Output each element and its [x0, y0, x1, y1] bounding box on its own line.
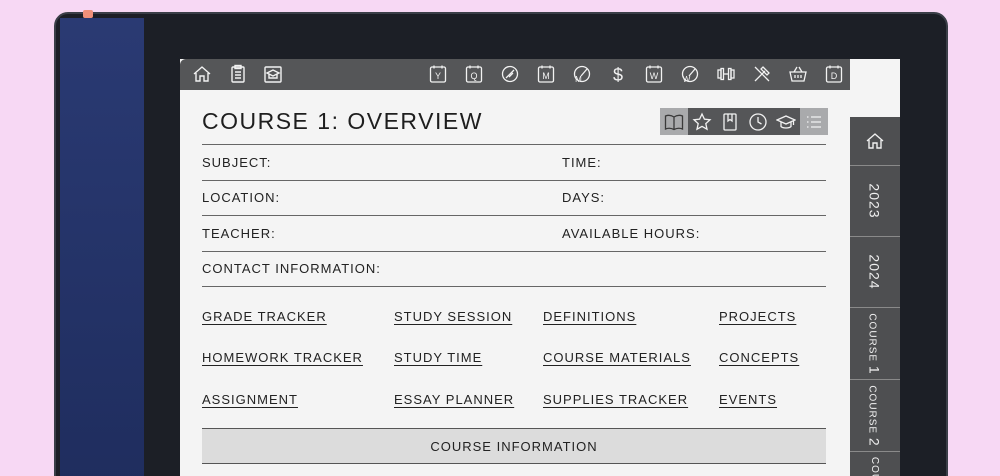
month-label: M — [542, 71, 550, 81]
sidetab-2023[interactable]: 2023 — [850, 166, 900, 237]
brush-icon[interactable] — [500, 64, 520, 84]
location-field-label[interactable]: LOCATION: — [202, 190, 280, 205]
contact-information-field-label[interactable]: CONTACT INFORMATION: — [202, 261, 381, 276]
weekly-brush-label: W — [683, 75, 691, 84]
sidetab-course-3-label: COU — [869, 456, 881, 476]
star-icon[interactable] — [688, 108, 716, 135]
divider — [202, 215, 826, 216]
subject-field-label[interactable]: SUBJECT: — [202, 155, 271, 170]
supplies-tracker-link[interactable]: SUPPLIES TRACKER — [543, 392, 688, 407]
sidetab-course-2[interactable]: COURSE 2 — [850, 380, 900, 452]
side-tab-bar: 2023 2024 COURSE 1 COURSE 2 COU — [850, 117, 900, 476]
course-information-button[interactable]: COURSE INFORMATION — [202, 428, 826, 464]
sidetab-course-1-number: 1 — [867, 365, 883, 375]
basket-icon[interactable] — [788, 64, 808, 84]
clock-icon[interactable] — [744, 108, 772, 135]
sidetab-course-1-word: COURSE — [867, 312, 878, 362]
year-icon[interactable]: Y — [428, 64, 448, 84]
course-materials-link[interactable]: COURSE MATERIALS — [543, 350, 691, 365]
sidetab-course-2-word: COURSE — [867, 384, 878, 434]
sidetab-2024-label: 2024 — [867, 254, 883, 290]
home-icon[interactable] — [192, 64, 212, 84]
assignment-link[interactable]: ASSIGNMENT — [202, 392, 298, 407]
quarter-icon[interactable]: Q — [464, 64, 484, 84]
book-icon[interactable] — [660, 108, 688, 135]
divider — [202, 180, 826, 181]
sidetab-2024[interactable]: 2024 — [850, 237, 900, 308]
projects-link[interactable]: PROJECTS — [719, 309, 796, 324]
home-icon — [866, 133, 884, 149]
days-field-label[interactable]: DAYS: — [562, 190, 605, 205]
year-label: Y — [435, 71, 441, 81]
essay-planner-link[interactable]: ESSAY PLANNER — [394, 392, 514, 407]
divider — [202, 144, 826, 145]
sidetab-course-2-label: COURSE 2 — [867, 385, 883, 446]
list-icon[interactable] — [800, 108, 828, 135]
sidetab-home[interactable] — [850, 117, 900, 166]
sidetab-2023-label: 2023 — [867, 183, 883, 219]
sidetab-course-3[interactable]: COU — [850, 452, 900, 476]
section-icon-toolbar — [660, 108, 828, 135]
clipboard-icon[interactable] — [228, 64, 248, 84]
dumbbell-icon[interactable] — [716, 64, 736, 84]
study-time-link[interactable]: STUDY TIME — [394, 350, 482, 365]
sidetab-course-2-number: 2 — [867, 437, 883, 447]
status-led — [83, 10, 93, 18]
time-field-label[interactable]: TIME: — [562, 155, 602, 170]
day-label: D — [831, 71, 838, 81]
dollar-icon[interactable]: $ — [608, 64, 628, 84]
course-information-label: COURSE INFORMATION — [430, 438, 598, 454]
top-navigation-bar: Y Q M M $ W W D — [180, 59, 850, 90]
monthly-brush-icon[interactable]: M — [572, 64, 592, 84]
tab-corner — [850, 59, 900, 117]
teacher-field-label[interactable]: TEACHER: — [202, 226, 276, 241]
week-label: W — [650, 71, 659, 81]
week-icon[interactable]: W — [644, 64, 664, 84]
dollar-label: $ — [613, 65, 623, 84]
sidetab-course-1[interactable]: COURSE 1 — [850, 308, 900, 380]
available-hours-field-label[interactable]: AVAILABLE HOURS: — [562, 226, 700, 241]
study-session-link[interactable]: STUDY SESSION — [394, 309, 512, 324]
tools-icon[interactable] — [752, 64, 772, 84]
events-link[interactable]: EVENTS — [719, 392, 777, 407]
tablet-bezel-reflection — [60, 18, 144, 476]
month-icon[interactable]: M — [536, 64, 556, 84]
divider — [202, 286, 826, 287]
homework-tracker-link[interactable]: HOMEWORK TRACKER — [202, 350, 363, 365]
graduation-cap-icon[interactable] — [263, 64, 283, 84]
graduation-cap-icon[interactable] — [772, 108, 800, 135]
day-icon[interactable]: D — [824, 64, 844, 84]
weekly-brush-icon[interactable]: W — [680, 64, 700, 84]
divider — [202, 251, 826, 252]
grade-tracker-link[interactable]: GRADE TRACKER — [202, 309, 327, 324]
sidetab-course-1-label: COURSE 1 — [867, 313, 883, 374]
definitions-link[interactable]: DEFINITIONS — [543, 309, 636, 324]
notebook-icon[interactable] — [716, 108, 744, 135]
quarter-label: Q — [470, 71, 477, 81]
concepts-link[interactable]: CONCEPTS — [719, 350, 799, 365]
page-title: COURSE 1: OVERVIEW — [202, 108, 483, 134]
monthly-brush-label: M — [575, 75, 582, 84]
